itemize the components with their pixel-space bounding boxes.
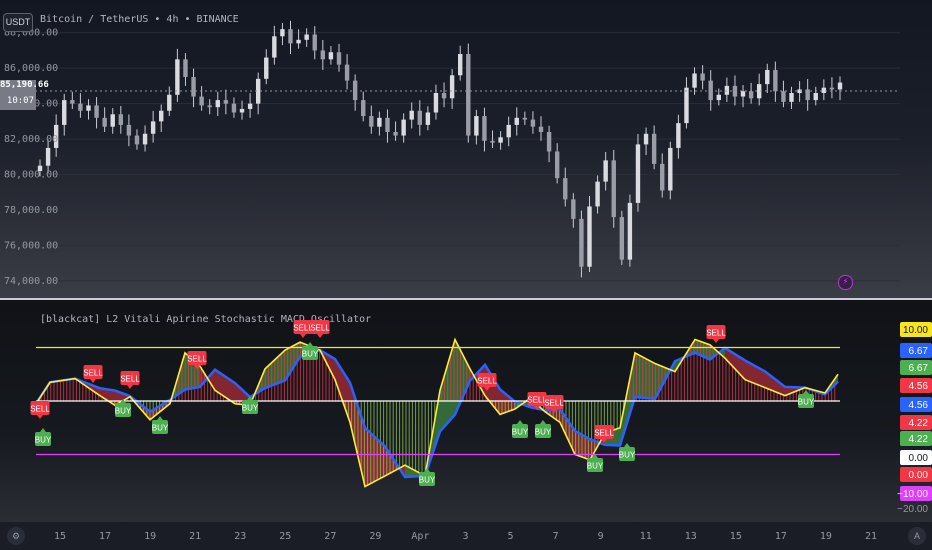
auto-scale-icon[interactable]: A: [908, 527, 926, 545]
svg-text:0.00: 0.00: [909, 453, 929, 464]
time-tick-label: 21: [865, 531, 877, 542]
time-tick-label: 7: [553, 531, 559, 542]
svg-text:0.00: 0.00: [909, 470, 929, 481]
time-axis[interactable]: 15 17 19 21 23 25 27 29 Apr 3 5 7 9 11 13 15 17 19 21 ⚙ A: [0, 522, 932, 550]
oscillator-axis-label: 6.67: [900, 360, 932, 375]
svg-text:4.56: 4.56: [909, 400, 929, 411]
svg-text:10.00: 10.00: [903, 325, 928, 336]
oscillator-axis-label: 4.56: [900, 397, 932, 412]
time-tick-label: 5: [508, 531, 514, 542]
settings-icon[interactable]: ⚙: [7, 527, 25, 545]
time-tick-label: 19: [144, 531, 156, 542]
svg-text:6.67: 6.67: [909, 363, 929, 374]
oscillator-axis-label: −10.00: [897, 486, 932, 501]
svg-text:−20.00: −20.00: [897, 504, 928, 515]
time-tick-label: 19: [820, 531, 832, 542]
time-tick-label: 23: [234, 531, 246, 542]
time-tick-label: 3: [462, 531, 468, 542]
oscillator-axis-label: −20.00: [897, 504, 928, 515]
time-tick-label: 11: [640, 531, 652, 542]
time-axis-labels: 15 17 19 21 23 25 27 29 Apr 3 5 7 9 11 13 15 17 19 21: [54, 531, 877, 542]
time-tick-label: 13: [685, 531, 697, 542]
oscillator-axis-label: 10.00: [900, 322, 932, 337]
time-tick-label: 17: [775, 531, 787, 542]
time-tick-label: 15: [54, 531, 66, 542]
oscillator-axis-label: 6.67: [900, 343, 932, 358]
time-tick-label: 9: [598, 531, 604, 542]
time-tick-label: 17: [99, 531, 111, 542]
time-tick-label: 29: [369, 531, 381, 542]
oscillator-axis: 10.00 6.67 6.67 4.56 4.56 4.22 4.22 0.00 0.00 −10…: [897, 322, 932, 515]
time-tick-label: 15: [730, 531, 742, 542]
svg-text:4.22: 4.22: [909, 434, 929, 445]
oscillator-axis-label: 4.22: [900, 415, 932, 430]
oscillator-axis-label: 0.00: [900, 450, 932, 465]
time-tick-label: 27: [324, 531, 336, 542]
time-tick-label: 25: [279, 531, 291, 542]
svg-text:6.67: 6.67: [909, 346, 929, 357]
time-tick-label: 21: [189, 531, 201, 542]
oscillator-axis-label: 4.22: [900, 431, 932, 446]
chart-window: 88,000.0086,000.0084,000.0082,000.0080,0…: [0, 0, 932, 550]
oscillator-axis-label: 4.56: [900, 378, 932, 393]
svg-text:4.56: 4.56: [909, 381, 929, 392]
svg-text:4.22: 4.22: [909, 418, 929, 429]
svg-text:−10.00: −10.00: [897, 489, 928, 500]
time-tick-label: Apr: [411, 531, 429, 542]
oscillator-axis-label: 0.00: [900, 467, 932, 482]
